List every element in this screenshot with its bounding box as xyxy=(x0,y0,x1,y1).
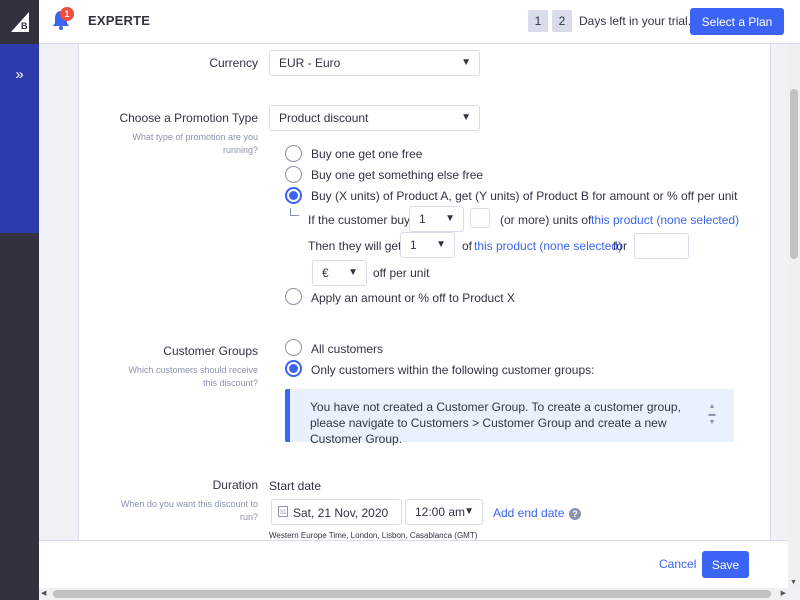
radio-bogo-something-else-label: Buy one get something else free xyxy=(311,168,484,182)
bigcommerce-logo-icon: B xyxy=(10,12,29,32)
start-date-label: Start date xyxy=(269,479,322,493)
radio-amount-off-product-label: Apply an amount or % off to Product X xyxy=(311,291,515,305)
scroll-down-icon[interactable]: ▼ xyxy=(790,579,797,586)
calendar-icon: 31 xyxy=(278,506,288,517)
chevron-down-icon: ▼ xyxy=(348,267,358,278)
start-date-value: Sat, 21 Nov, 2020 xyxy=(293,506,389,520)
chevron-down-icon: ▼ xyxy=(436,239,446,250)
promotion-type-label: Choose a Promotion Type xyxy=(119,111,258,125)
alert-scroll-icon[interactable]: ▲ ▬ ▼ xyxy=(708,403,716,427)
trial-days-digit-2: 2 xyxy=(552,10,572,32)
no-customer-group-alert: You have not created a Customer Group. T… xyxy=(285,389,734,446)
timezone-text: Western Europe Time, London, Lisbon, Cas… xyxy=(269,531,478,540)
start-time-select[interactable]: 12:00 am ▼ xyxy=(405,499,483,525)
chevron-down-icon: ▼ xyxy=(445,213,455,224)
promotion-type-select-value: Product discount xyxy=(279,111,369,125)
trial-days-digit-1: 1 xyxy=(528,10,548,32)
if-customer-buys-label: If the customer buys xyxy=(308,213,417,227)
radio-specific-groups-label: Only customers within the following cust… xyxy=(311,363,595,377)
then-they-get-label: Then they will get xyxy=(308,239,402,253)
bigcommerce-logo[interactable]: B xyxy=(0,0,39,44)
customer-groups-label: Customer Groups xyxy=(163,344,258,358)
radio-all-customers-label: All customers xyxy=(311,342,384,356)
add-end-date-link[interactable]: Add end date xyxy=(493,506,564,520)
duration-label: Duration xyxy=(212,478,258,492)
for-text: for xyxy=(613,239,628,253)
product-b-link[interactable]: this product (none selected) xyxy=(474,239,622,253)
select-plan-button[interactable]: Select a Plan xyxy=(690,8,784,35)
vertical-scrollbar[interactable]: ▼ xyxy=(788,44,800,588)
start-time-value: 12:00 am xyxy=(415,505,466,519)
store-name[interactable]: EXPERTE xyxy=(88,13,150,28)
of-text: of xyxy=(462,239,473,253)
duration-help: When do you want this discount to run? xyxy=(120,499,258,522)
radio-bogo-label: Buy one get one free xyxy=(311,147,423,161)
promotion-type-select[interactable]: Product discount ▼ xyxy=(269,105,480,131)
discount-amount-input[interactable] xyxy=(634,233,689,259)
cancel-button[interactable]: Cancel xyxy=(659,557,696,571)
customer-groups-help: Which customers should receive this disc… xyxy=(128,365,258,388)
radio-bogo[interactable] xyxy=(285,145,302,162)
save-button[interactable]: Save xyxy=(702,551,749,578)
get-quantity-select[interactable]: 1 ▼ xyxy=(400,232,455,258)
discount-type-value: € xyxy=(322,266,329,280)
promotion-form-card: Currency EUR - Euro ▼ Choose a Promotion… xyxy=(78,44,771,540)
off-per-unit-text: off per unit xyxy=(373,266,430,280)
radio-bogo-something-else[interactable] xyxy=(285,166,302,183)
nested-connector xyxy=(290,208,299,216)
top-bar: 1 EXPERTE 1 2 Days left in your trial. S… xyxy=(39,0,800,44)
promotion-type-help: What type of promotion are you running? xyxy=(132,132,258,155)
start-date-input[interactable]: 31 Sat, 21 Nov, 2020 xyxy=(271,499,402,525)
buy-quantity-select[interactable]: 1 ▼ xyxy=(409,206,464,232)
scroll-right-icon[interactable]: ▶ xyxy=(781,589,786,597)
buy-quantity-input[interactable] xyxy=(470,208,490,228)
expand-sidebar-icon[interactable]: » xyxy=(0,62,39,86)
radio-amount-off-product[interactable] xyxy=(285,288,302,305)
scroll-left-icon[interactable]: ◀ xyxy=(41,589,46,597)
notification-badge: 1 xyxy=(60,7,74,21)
currency-select[interactable]: EUR - Euro ▼ xyxy=(269,50,480,76)
trial-days-text: Days left in your trial. xyxy=(579,14,692,28)
chevron-down-icon: ▼ xyxy=(461,57,471,68)
discount-type-select[interactable]: € ▼ xyxy=(312,260,367,286)
currency-select-value: EUR - Euro xyxy=(279,56,341,70)
product-a-link[interactable]: this product (none selected) xyxy=(591,213,739,227)
vertical-scrollbar-thumb[interactable] xyxy=(790,89,798,259)
currency-label: Currency xyxy=(209,56,258,70)
get-quantity-value: 1 xyxy=(410,238,417,252)
radio-specific-groups[interactable] xyxy=(285,360,302,377)
action-footer: Cancel Save xyxy=(39,540,788,588)
horizontal-scrollbar[interactable]: ◀ ▶ xyxy=(39,588,788,600)
chevron-down-icon: ▼ xyxy=(461,112,471,123)
svg-text:B: B xyxy=(21,21,28,31)
radio-all-customers[interactable] xyxy=(285,339,302,356)
radio-buy-x-get-y-label: Buy (X units) of Product A, get (Y units… xyxy=(311,189,738,203)
chevron-down-icon: ▼ xyxy=(464,506,474,517)
horizontal-scrollbar-thumb[interactable] xyxy=(53,590,771,598)
buy-quantity-value: 1 xyxy=(419,212,426,226)
radio-buy-x-get-y[interactable] xyxy=(285,187,302,204)
or-more-units-text: (or more) units of xyxy=(500,213,592,227)
help-icon[interactable]: ? xyxy=(569,508,581,520)
no-customer-group-message: You have not created a Customer Group. T… xyxy=(310,400,681,446)
